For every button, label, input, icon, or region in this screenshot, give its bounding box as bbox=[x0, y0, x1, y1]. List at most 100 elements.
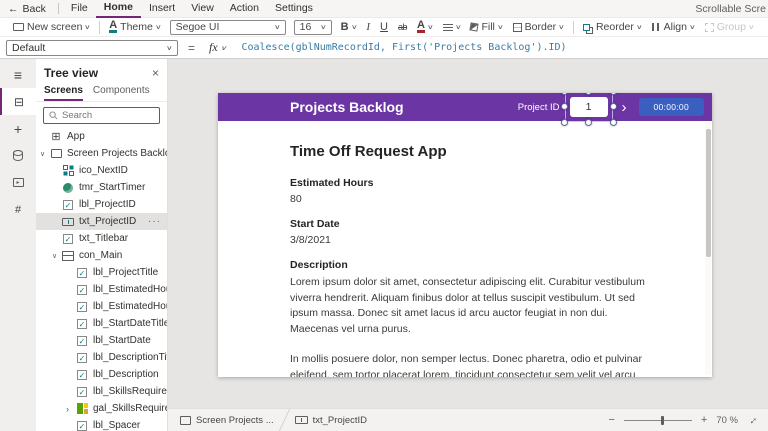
align-text-icon bbox=[443, 23, 453, 31]
tree-item-tmr_StartTimer[interactable]: tmr_StartTimer bbox=[36, 179, 167, 196]
description-paragraph-2[interactable]: In mollis posuere dolor, non semper lect… bbox=[290, 352, 648, 377]
chevron-down-icon: ∨ bbox=[427, 23, 434, 31]
menu-item-action[interactable]: Action bbox=[222, 0, 267, 17]
align-button[interactable]: Align ∨ bbox=[647, 21, 700, 33]
menu-item-file[interactable]: File bbox=[63, 0, 96, 17]
fit-to-window-icon[interactable]: ↔ bbox=[744, 412, 760, 428]
border-button[interactable]: Border ∨ bbox=[508, 21, 569, 33]
rail-data-button[interactable] bbox=[0, 142, 36, 169]
tree-item-lbl_Spacer[interactable]: ✓ lbl_Spacer bbox=[36, 417, 167, 431]
tree-item-con_Main[interactable]: ∨ con_Main bbox=[36, 247, 167, 264]
tree-item-screen-projects-backlog[interactable]: ∨ Screen Projects Backlog bbox=[36, 145, 167, 162]
font-family-select[interactable]: Segoe UI ∨ bbox=[170, 20, 286, 35]
more-options-icon[interactable]: ··· bbox=[148, 216, 161, 227]
search-box[interactable] bbox=[43, 107, 160, 124]
tree-item-lbl_ProjectID[interactable]: ✓ lbl_ProjectID bbox=[36, 196, 167, 213]
rail-insert-button[interactable]: + bbox=[0, 115, 36, 142]
text-align-button[interactable]: ∨ bbox=[438, 23, 466, 31]
screen-icon bbox=[51, 149, 62, 158]
breadcrumb-screen-tab[interactable]: Screen Projects ... bbox=[174, 415, 280, 426]
zoom-in-button[interactable]: + bbox=[701, 414, 707, 426]
selection-handle[interactable] bbox=[610, 103, 617, 110]
tree-item-lbl_StartDateTitle[interactable]: ✓ lbl_StartDateTitle bbox=[36, 315, 167, 332]
app-title-bar[interactable]: Projects Backlog Project ID 1 › 00:00:00 bbox=[218, 93, 712, 121]
theme-button[interactable]: A Theme ∨ bbox=[104, 21, 165, 33]
tab-components[interactable]: Components bbox=[93, 85, 150, 101]
tree-item-lbl_ProjectTitle[interactable]: ✓ lbl_ProjectTitle bbox=[36, 264, 167, 281]
fill-button[interactable]: Fill ∨ bbox=[465, 21, 507, 33]
description-title-label[interactable]: Description bbox=[290, 259, 648, 271]
tree-item-lbl_EstimatedHoursTitle[interactable]: ✓ lbl_EstimatedHoursTitle bbox=[36, 281, 167, 298]
search-input[interactable] bbox=[62, 110, 148, 121]
tree-item-lbl_StartDate[interactable]: ✓ lbl_StartDate bbox=[36, 332, 167, 349]
titlebar-label[interactable]: Projects Backlog bbox=[290, 99, 404, 115]
selection-handle[interactable] bbox=[585, 93, 592, 95]
estimated-hours-title-label[interactable]: Estimated Hours bbox=[290, 177, 648, 189]
selection-handle[interactable] bbox=[561, 93, 568, 95]
menu-item-settings[interactable]: Settings bbox=[267, 0, 321, 17]
back-button[interactable]: ← Back bbox=[8, 3, 54, 15]
close-icon[interactable]: × bbox=[152, 66, 159, 80]
selection-handle[interactable] bbox=[561, 103, 568, 110]
selection-handle[interactable] bbox=[610, 119, 617, 126]
chevron-down-icon[interactable]: ∨ bbox=[52, 252, 62, 260]
italic-button[interactable]: I bbox=[361, 21, 375, 33]
next-record-chevron-icon[interactable]: › bbox=[622, 99, 627, 116]
tree-item-txt_ProjectID[interactable]: txt_ProjectID ··· bbox=[36, 213, 167, 230]
selection-handle[interactable] bbox=[561, 119, 568, 126]
tree-item-gal_SkillsRequired[interactable]: › gal_SkillsRequired bbox=[36, 400, 167, 417]
menu-item-insert[interactable]: Insert bbox=[141, 0, 183, 17]
tree-item-lbl_SkillsRequiredTitle[interactable]: ✓ lbl_SkillsRequiredTitle bbox=[36, 383, 167, 400]
estimated-hours-value-label[interactable]: 80 bbox=[290, 193, 648, 205]
tree-item-txt_Titlebar[interactable]: ✓ txt_Titlebar bbox=[36, 230, 167, 247]
canvas-area: Projects Backlog Project ID 1 › 00:00:00 bbox=[168, 59, 768, 431]
tree-item-app[interactable]: ⊞ App bbox=[36, 128, 167, 145]
timer-icon bbox=[63, 183, 73, 193]
new-screen-button[interactable]: New screen ∨ bbox=[8, 21, 95, 33]
group-button[interactable]: Group ∨ bbox=[700, 21, 759, 33]
strikethrough-button[interactable]: ab bbox=[393, 22, 412, 32]
fx-dropdown[interactable]: fx ∨ bbox=[203, 40, 231, 55]
zoom-slider[interactable] bbox=[624, 420, 692, 421]
fill-icon bbox=[470, 22, 479, 31]
reorder-icon bbox=[583, 24, 590, 31]
label-icon: ✓ bbox=[63, 200, 73, 210]
tree-item-lbl_DescriptionTitle[interactable]: ✓ lbl_DescriptionTitle bbox=[36, 349, 167, 366]
canvas-artboard[interactable]: Projects Backlog Project ID 1 › 00:00:00 bbox=[218, 93, 712, 377]
chevron-down-icon: ∨ bbox=[455, 23, 462, 31]
rail-advanced-tools-button[interactable]: # bbox=[0, 196, 36, 223]
zoom-slider-thumb[interactable] bbox=[661, 416, 664, 425]
formula-input[interactable]: Coalesce(gblNumRecordId, First('Projects… bbox=[241, 42, 566, 53]
page-title-label[interactable]: Time Off Request App bbox=[290, 143, 648, 160]
zoom-out-button[interactable]: − bbox=[608, 414, 614, 426]
rail-tree-view-button[interactable]: ⊟ bbox=[0, 88, 36, 115]
canvas-scrollbar-thumb[interactable] bbox=[706, 129, 711, 257]
timer-button[interactable]: 00:00:00 bbox=[639, 98, 705, 116]
chevron-right-icon[interactable]: › bbox=[66, 404, 76, 414]
project-id-label[interactable]: Project ID bbox=[518, 102, 560, 113]
rail-menu-button[interactable]: ≡ bbox=[0, 61, 36, 88]
rail-media-button[interactable]: ▸ bbox=[0, 169, 36, 196]
tab-screens[interactable]: Screens bbox=[44, 85, 83, 101]
label-icon: ✓ bbox=[77, 302, 87, 312]
tree-item-lbl_EstimatedHours[interactable]: ✓ lbl_EstimatedHours bbox=[36, 298, 167, 315]
start-date-value-label[interactable]: 3/8/2021 bbox=[290, 234, 648, 246]
project-id-input[interactable]: 1 bbox=[570, 97, 608, 117]
chevron-down-icon[interactable]: ∨ bbox=[40, 150, 50, 158]
menu-item-view[interactable]: View bbox=[183, 0, 222, 17]
property-select[interactable]: Default ∨ bbox=[6, 40, 178, 56]
menu-item-home[interactable]: Home bbox=[96, 0, 141, 18]
font-size-select[interactable]: 16 ∨ bbox=[294, 20, 332, 35]
breadcrumb-control-tab[interactable]: txt_ProjectID bbox=[289, 415, 373, 426]
tree-item-lbl_Description[interactable]: ✓ lbl_Description bbox=[36, 366, 167, 383]
bold-button[interactable]: B ∨ bbox=[336, 21, 362, 33]
selection-handle[interactable] bbox=[610, 93, 617, 95]
description-paragraph-1[interactable]: Lorem ipsum dolor sit amet, consectetur … bbox=[290, 275, 648, 337]
reorder-button[interactable]: Reorder ∨ bbox=[578, 21, 647, 33]
underline-button[interactable]: U bbox=[375, 21, 393, 33]
tree-item-ico_NextID[interactable]: ico_NextID bbox=[36, 162, 167, 179]
selection-handle[interactable] bbox=[585, 119, 592, 126]
font-color-button[interactable]: A ∨ bbox=[412, 21, 438, 33]
start-date-title-label[interactable]: Start Date bbox=[290, 218, 648, 230]
chevron-down-icon: ∨ bbox=[497, 23, 504, 31]
